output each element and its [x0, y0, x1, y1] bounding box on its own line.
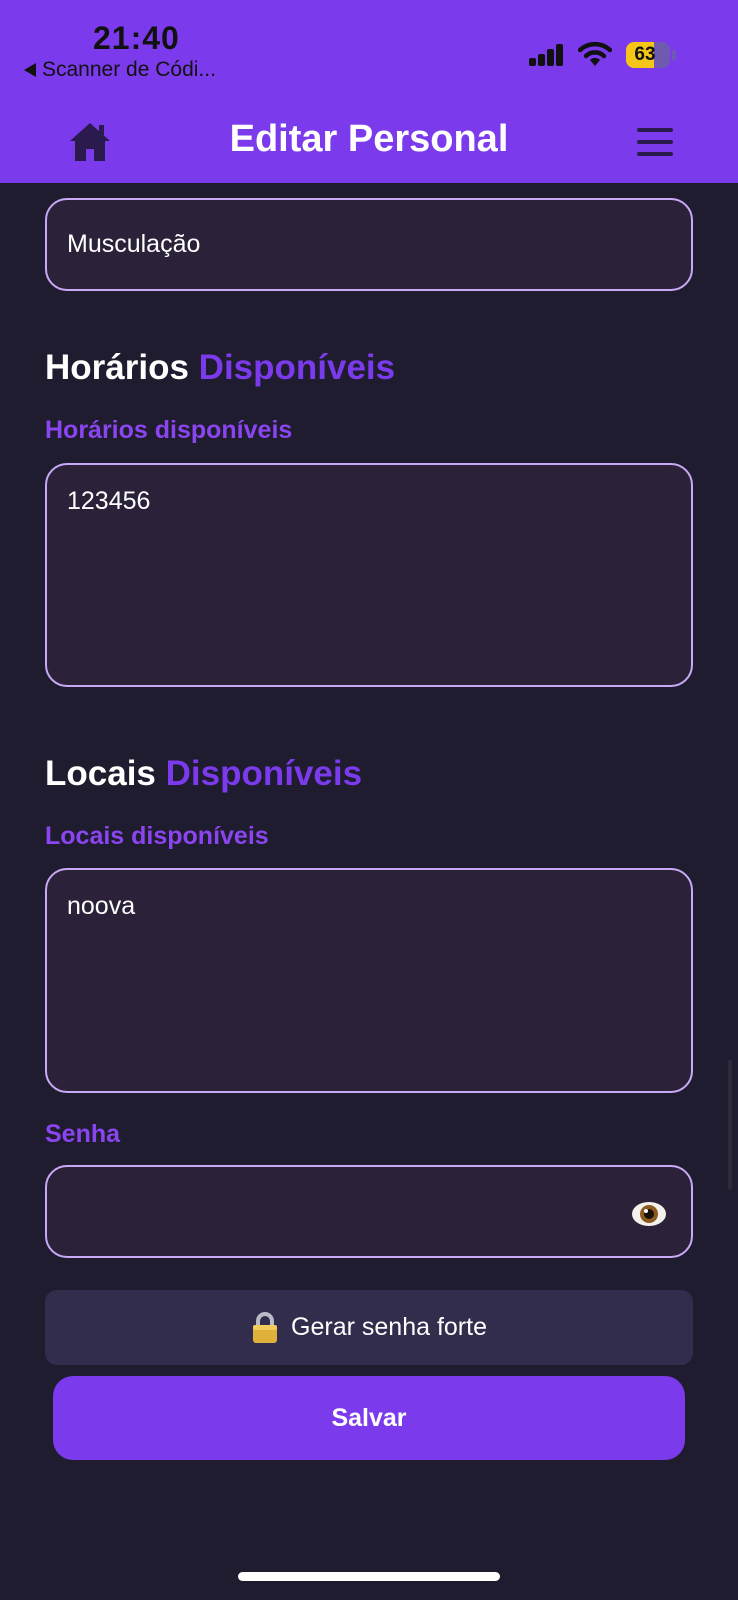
home-indicator[interactable] [238, 1572, 500, 1581]
save-button-label: Salvar [331, 1403, 407, 1432]
status-time: 21:40 [93, 20, 180, 56]
modalidade-value: Musculação [67, 230, 201, 258]
locais-label: Locais disponíveis [45, 822, 269, 850]
page-title: Editar Personal [229, 118, 509, 160]
eye-icon[interactable] [631, 1201, 667, 1227]
horarios-label: Horários disponíveis [45, 416, 293, 444]
locais-textarea[interactable]: noova [45, 868, 693, 1093]
generate-strong-password-button[interactable]: Gerar senha forte [45, 1290, 693, 1365]
hamburger-menu-icon[interactable] [637, 128, 673, 156]
back-arrow-icon [24, 63, 36, 77]
locais-section-title: Locais Disponíveis [45, 754, 362, 794]
section-title-main: Horários [45, 348, 189, 387]
senha-label: Senha [45, 1120, 121, 1148]
senha-input[interactable] [45, 1165, 693, 1258]
battery-cap [672, 50, 676, 60]
section-title-main: Locais [45, 754, 156, 793]
back-app-label: Scanner de Códi... [42, 58, 216, 81]
lock-icon [253, 1311, 278, 1343]
battery-percentage: 63 [634, 44, 656, 65]
battery-indicator: 63 [626, 42, 670, 68]
horarios-section-title: Horários Disponíveis [45, 348, 395, 388]
cellular-signal-icon [529, 44, 565, 66]
horarios-textarea[interactable]: 123456 [45, 463, 693, 687]
app-header: 21:40 Scanner de Códi... 63 Editar Perso… [0, 0, 738, 183]
horarios-value: 123456 [67, 487, 151, 515]
save-button[interactable]: Salvar [53, 1376, 685, 1460]
section-title-accent: Disponíveis [165, 754, 363, 793]
scrollbar[interactable] [728, 1060, 732, 1190]
generate-button-label: Gerar senha forte [291, 1313, 487, 1341]
locais-value: noova [67, 892, 136, 920]
wifi-icon [578, 41, 612, 66]
modalidade-field[interactable]: Musculação [45, 198, 693, 291]
section-title-accent: Disponíveis [198, 348, 396, 387]
back-to-app-link[interactable]: Scanner de Códi... [24, 58, 216, 82]
